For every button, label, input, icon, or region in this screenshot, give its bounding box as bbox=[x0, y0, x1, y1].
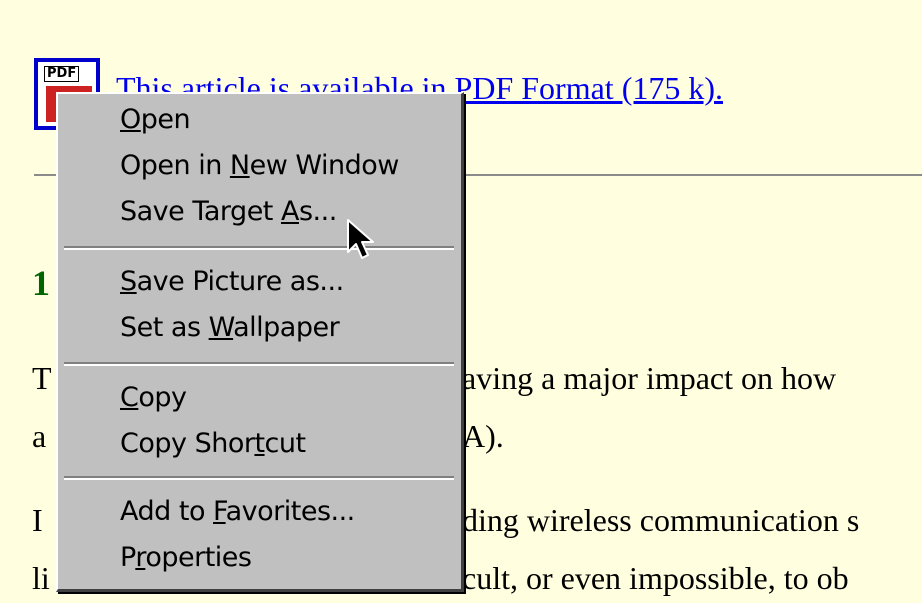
paragraph-4-start: li bbox=[32, 560, 50, 596]
paragraph-3-start: I bbox=[32, 502, 43, 538]
menu-item-properties[interactable]: Properties bbox=[120, 542, 252, 573]
menu-item-set-as-wallpaper[interactable]: Set as Wallpaper bbox=[120, 312, 340, 343]
paragraph-3-visible: ding wireless communication s bbox=[462, 502, 860, 538]
menu-item-copy[interactable]: Copy bbox=[120, 382, 187, 413]
paragraph-4-visible: cult, or even impossible, to ob bbox=[462, 560, 849, 596]
section-heading: 1 bbox=[32, 263, 50, 303]
context-menu: Open Open in New Window Save Target As..… bbox=[56, 92, 464, 592]
menu-item-save-picture-as[interactable]: Save Picture as... bbox=[120, 266, 344, 297]
pdf-icon-label: PDF bbox=[44, 66, 80, 82]
menu-item-save-target-as[interactable]: Save Target As... bbox=[120, 196, 337, 227]
paragraph-2-visible: A). bbox=[462, 418, 504, 454]
paragraph-1-visible: aving a major impact on how bbox=[462, 360, 837, 396]
paragraph-1-start: T bbox=[32, 360, 52, 396]
mouse-pointer-icon bbox=[347, 219, 374, 259]
menu-separator bbox=[64, 246, 454, 250]
menu-item-copy-shortcut[interactable]: Copy Shortcut bbox=[120, 428, 306, 459]
menu-separator bbox=[64, 362, 454, 366]
paragraph-2-start: a bbox=[32, 418, 47, 454]
menu-item-open-in-new-window[interactable]: Open in New Window bbox=[120, 150, 399, 181]
menu-item-open[interactable]: Open bbox=[120, 104, 191, 135]
menu-separator bbox=[64, 476, 454, 480]
menu-item-add-to-favorites[interactable]: Add to Favorites... bbox=[120, 496, 355, 527]
